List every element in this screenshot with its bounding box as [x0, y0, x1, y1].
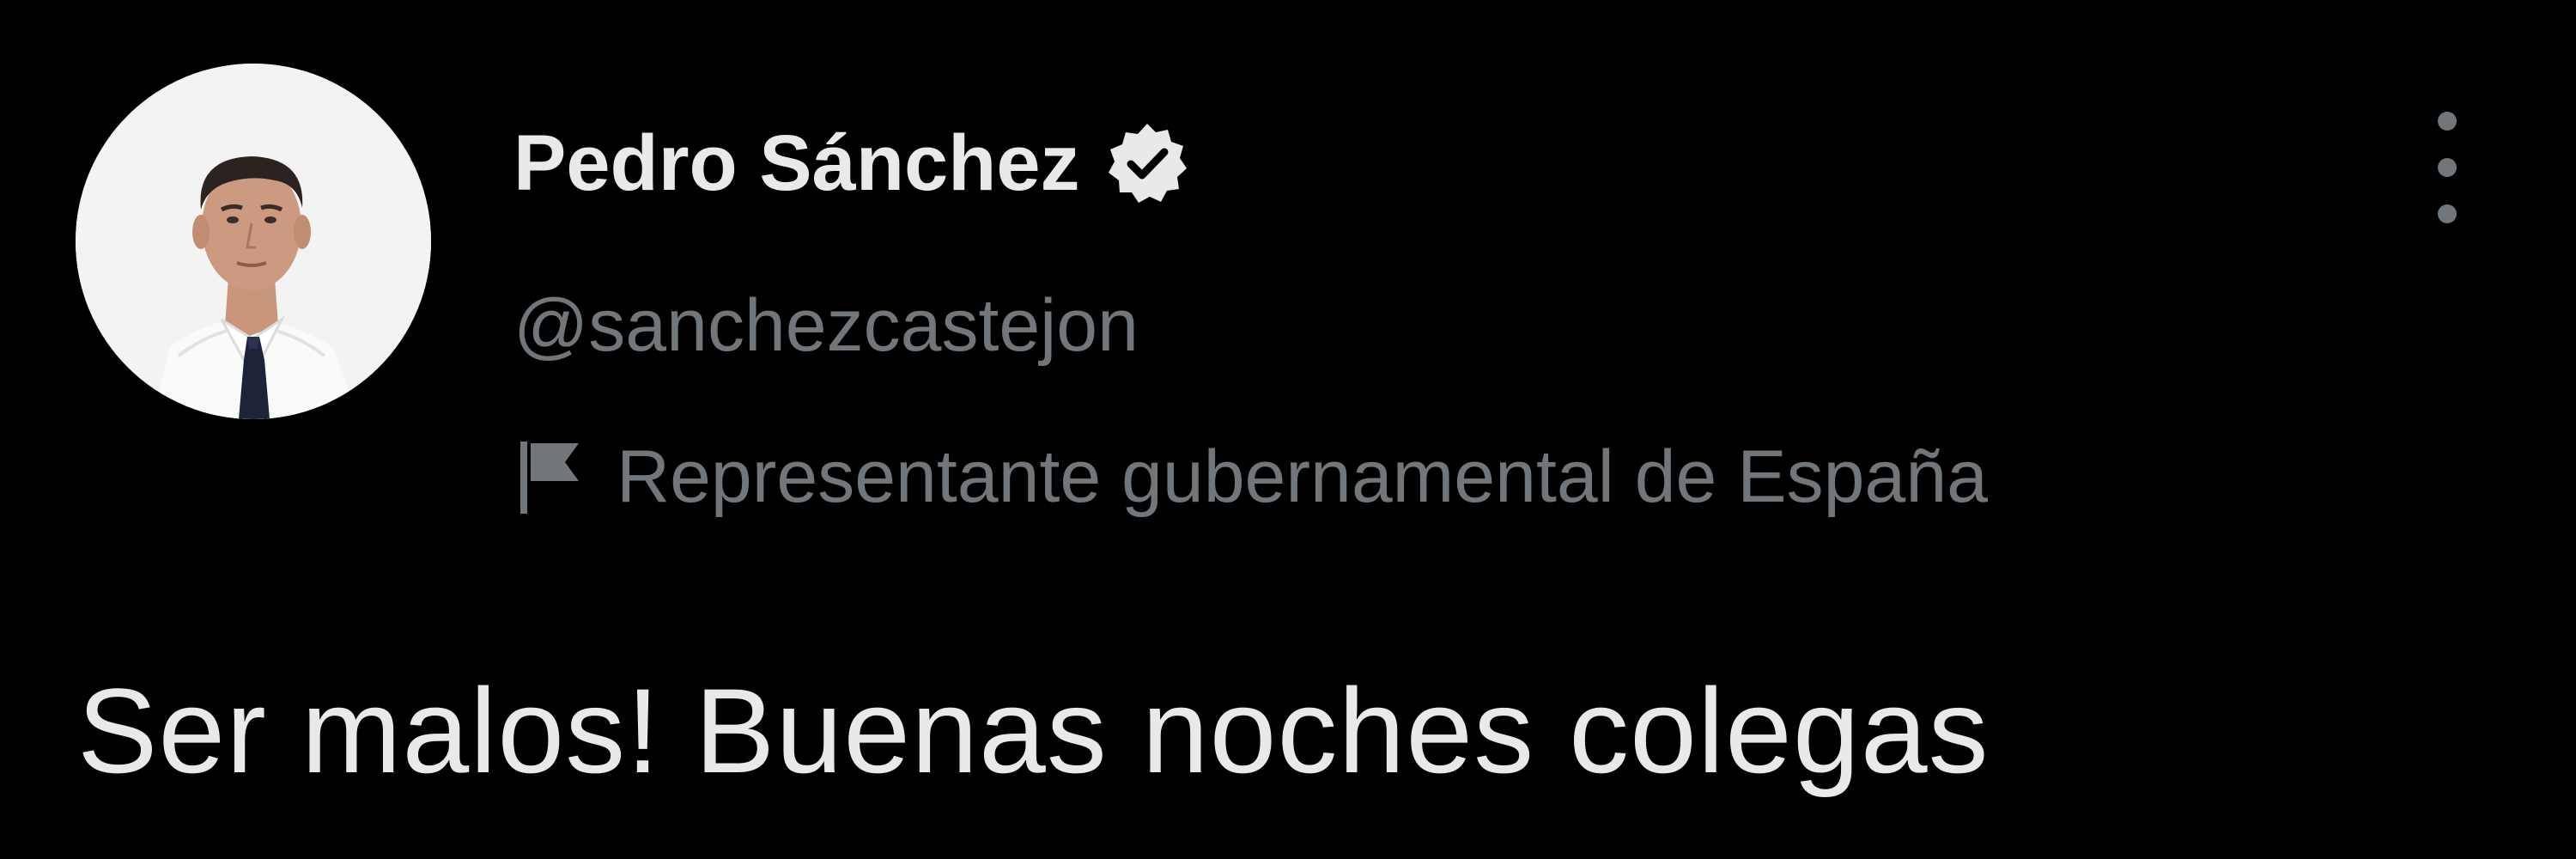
- verified-badge-icon[interactable]: [1104, 120, 1190, 206]
- avatar[interactable]: [76, 64, 431, 419]
- more-vertical-icon: [2438, 112, 2457, 131]
- more-dot: [2438, 204, 2457, 223]
- author-name-row: Pedro Sánchez: [513, 112, 1190, 215]
- affiliation-text: Representante gubernamental de España: [617, 435, 1988, 518]
- affiliation-label[interactable]: Representante gubernamental de España: [519, 430, 1988, 524]
- tweet-text: Ser malos! Buenas noches colegas: [77, 663, 1990, 798]
- avatar-photo: [76, 64, 431, 419]
- author-handle[interactable]: @sanchezcastejon: [513, 283, 1139, 369]
- more-options-button[interactable]: [2413, 112, 2482, 223]
- more-dot: [2438, 158, 2457, 177]
- tweet-card: Pedro Sánchez @sanchezcastejon Represent…: [0, 0, 2576, 859]
- author-display-name[interactable]: Pedro Sánchez: [513, 119, 1080, 209]
- flag-icon: [519, 438, 582, 515]
